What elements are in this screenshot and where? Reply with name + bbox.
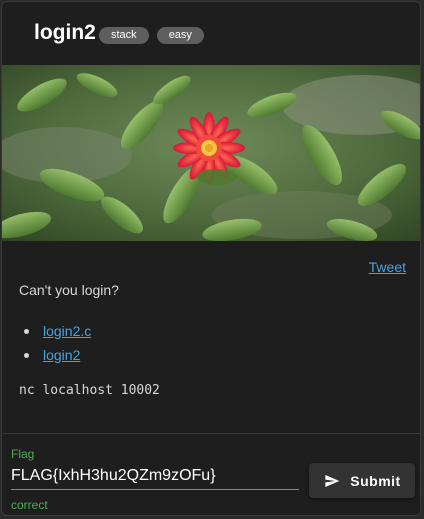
list-item: login2 <box>24 343 91 367</box>
send-icon <box>325 474 340 487</box>
flag-status-text: correct <box>11 498 48 512</box>
file-list: login2.c login2 <box>24 319 91 367</box>
tag-difficulty: easy <box>156 27 204 44</box>
divider <box>2 433 420 434</box>
tweet-link[interactable]: Tweet <box>369 259 406 275</box>
submit-button[interactable]: Submit <box>309 463 415 498</box>
tag-category: stack <box>99 27 149 44</box>
bullet-icon <box>24 352 29 358</box>
file-link-source[interactable]: login2.c <box>43 321 91 341</box>
file-link-binary[interactable]: login2 <box>43 345 80 365</box>
tag-list: stack easy <box>99 27 204 44</box>
challenge-image <box>2 65 420 241</box>
flag-field-label: Flag <box>11 447 35 461</box>
bullet-icon <box>24 328 29 334</box>
submit-button-label: Submit <box>350 472 401 489</box>
challenge-title: login2 <box>34 21 96 44</box>
card-header: login2 stack easy <box>2 2 420 65</box>
list-item: login2.c <box>24 319 91 343</box>
connection-command: nc localhost 10002 <box>19 383 160 398</box>
challenge-description: Can't you login? <box>19 282 119 298</box>
flag-input[interactable] <box>11 463 299 490</box>
challenge-card: login2 stack easy Tweet Can't you login?… <box>1 1 421 516</box>
